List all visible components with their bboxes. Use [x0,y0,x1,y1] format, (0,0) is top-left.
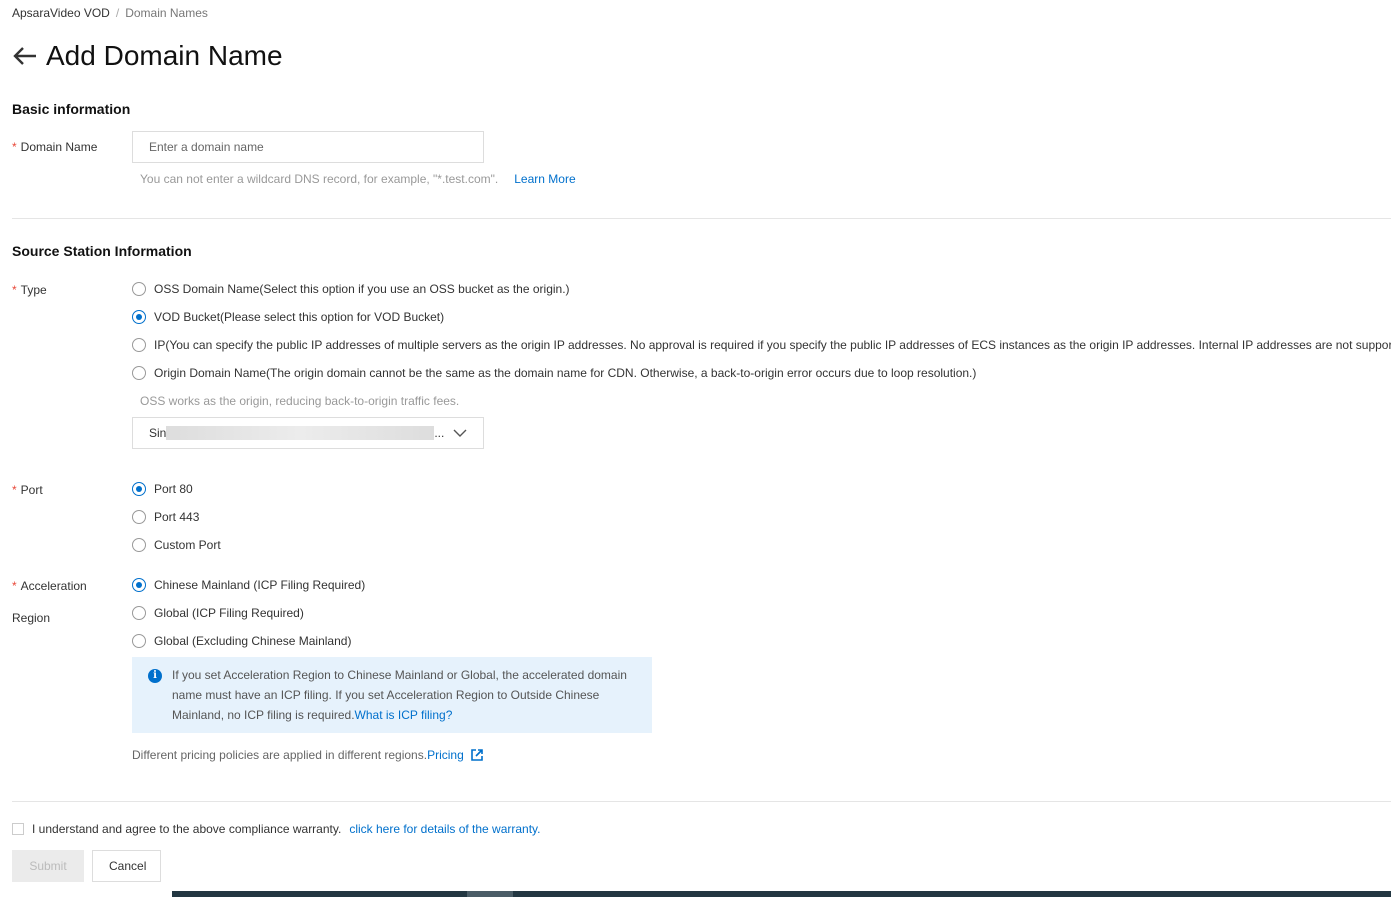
scrollbar-thumb[interactable] [467,891,513,897]
redacted-bucket-name [166,426,435,440]
horizontal-scrollbar[interactable] [172,891,1391,897]
region-option-global[interactable]: Global (ICP Filing Required) [132,606,304,620]
oss-help: OSS works as the origin, reducing back-t… [140,394,460,408]
option-label: Custom Port [154,538,221,552]
option-name: IP [154,338,166,352]
region-label: * Acceleration [12,579,87,593]
agree-checkbox[interactable] [12,823,24,835]
bucket-select[interactable]: Sin... [132,417,484,449]
radio-icon [132,510,146,524]
domain-help: You can not enter a wildcard DNS record,… [140,172,576,186]
option-label: Chinese Mainland (ICP Filing Required) [154,578,366,592]
radio-icon [132,282,146,296]
icp-info-box: i If you set Acceleration Region to Chin… [132,657,652,733]
agree-text: I understand and agree to the above comp… [32,822,342,836]
radio-icon [132,606,146,620]
radio-selected-icon [132,310,146,324]
option-label: Global (Excluding Chinese Mainland) [154,634,352,648]
type-option-ip[interactable]: IP(You can specify the public IP address… [132,338,1391,352]
radio-icon [132,338,146,352]
bucket-value: Sin [149,426,167,440]
info-icon: i [148,669,162,683]
port-option-custom[interactable]: Custom Port [132,538,221,552]
divider [12,801,1391,802]
chevron-down-icon [453,429,467,437]
region-label-line2: Region [12,611,51,625]
submit-button[interactable]: Submit [12,850,84,882]
option-desc: (The origin domain cannot be the same as… [266,366,977,380]
basic-info-heading: Basic information [12,101,131,117]
port-option-80[interactable]: Port 80 [132,482,193,496]
pricing-link[interactable]: Pricing [427,748,464,762]
port-label: * Port [12,483,43,497]
option-desc: (Please select this option for VOD Bucke… [220,310,445,324]
option-name: VOD Bucket [154,310,221,324]
bucket-ellipsis: ... [434,426,445,440]
domain-name-input[interactable] [132,131,484,163]
breadcrumb-domain-names[interactable]: Domain Names [125,6,208,20]
breadcrumb-separator: / [115,6,120,20]
type-label-text: Type [20,283,47,297]
port-option-443[interactable]: Port 443 [132,510,199,524]
radio-icon [132,538,146,552]
pricing-note: Different pricing policies are applied i… [132,748,483,762]
option-name: OSS Domain Name [154,282,260,296]
pricing-text: Different pricing policies are applied i… [132,748,428,762]
option-desc: (Select this option if you use an OSS bu… [259,282,570,296]
domain-help-text: You can not enter a wildcard DNS record,… [140,172,499,186]
radio-icon [132,634,146,648]
cancel-button[interactable]: Cancel [92,850,161,882]
breadcrumb-vod[interactable]: ApsaraVideo VOD [12,6,110,20]
option-desc: (You can specify the public IP addresses… [165,338,1391,352]
region-option-mainland[interactable]: Chinese Mainland (ICP Filing Required) [132,578,365,592]
agree-row: I understand and agree to the above comp… [12,822,541,836]
domain-name-label-text: Domain Name [20,140,98,154]
page-header: Add Domain Name [12,40,283,72]
breadcrumb: ApsaraVideo VOD / Domain Names [12,6,208,20]
option-label: Port 443 [154,510,200,524]
warranty-link[interactable]: click here for details of the warranty. [349,822,540,836]
option-label: Global (ICP Filing Required) [154,606,304,620]
region-option-global-excl[interactable]: Global (Excluding Chinese Mainland) [132,634,351,648]
external-link-icon[interactable] [471,749,483,761]
type-option-oss[interactable]: OSS Domain Name(Select this option if yo… [132,282,570,296]
type-option-origin-domain[interactable]: Origin Domain Name(The origin domain can… [132,366,976,380]
type-option-vod[interactable]: VOD Bucket(Please select this option for… [132,310,444,324]
page-title: Add Domain Name [46,40,283,71]
divider [12,218,1391,219]
port-label-text: Port [20,483,43,497]
region-label-text: Acceleration [20,579,87,593]
radio-icon [132,366,146,380]
back-arrow-icon[interactable] [12,46,38,66]
option-label: Port 80 [154,482,193,496]
source-info-heading: Source Station Information [12,243,192,259]
type-label: * Type [12,283,47,297]
learn-more-link[interactable]: Learn More [514,172,575,186]
radio-selected-icon [132,578,146,592]
option-name: Origin Domain Name [154,366,267,380]
radio-selected-icon [132,482,146,496]
icp-filing-link[interactable]: What is ICP filing? [355,708,453,722]
domain-name-label: * Domain Name [12,140,98,154]
